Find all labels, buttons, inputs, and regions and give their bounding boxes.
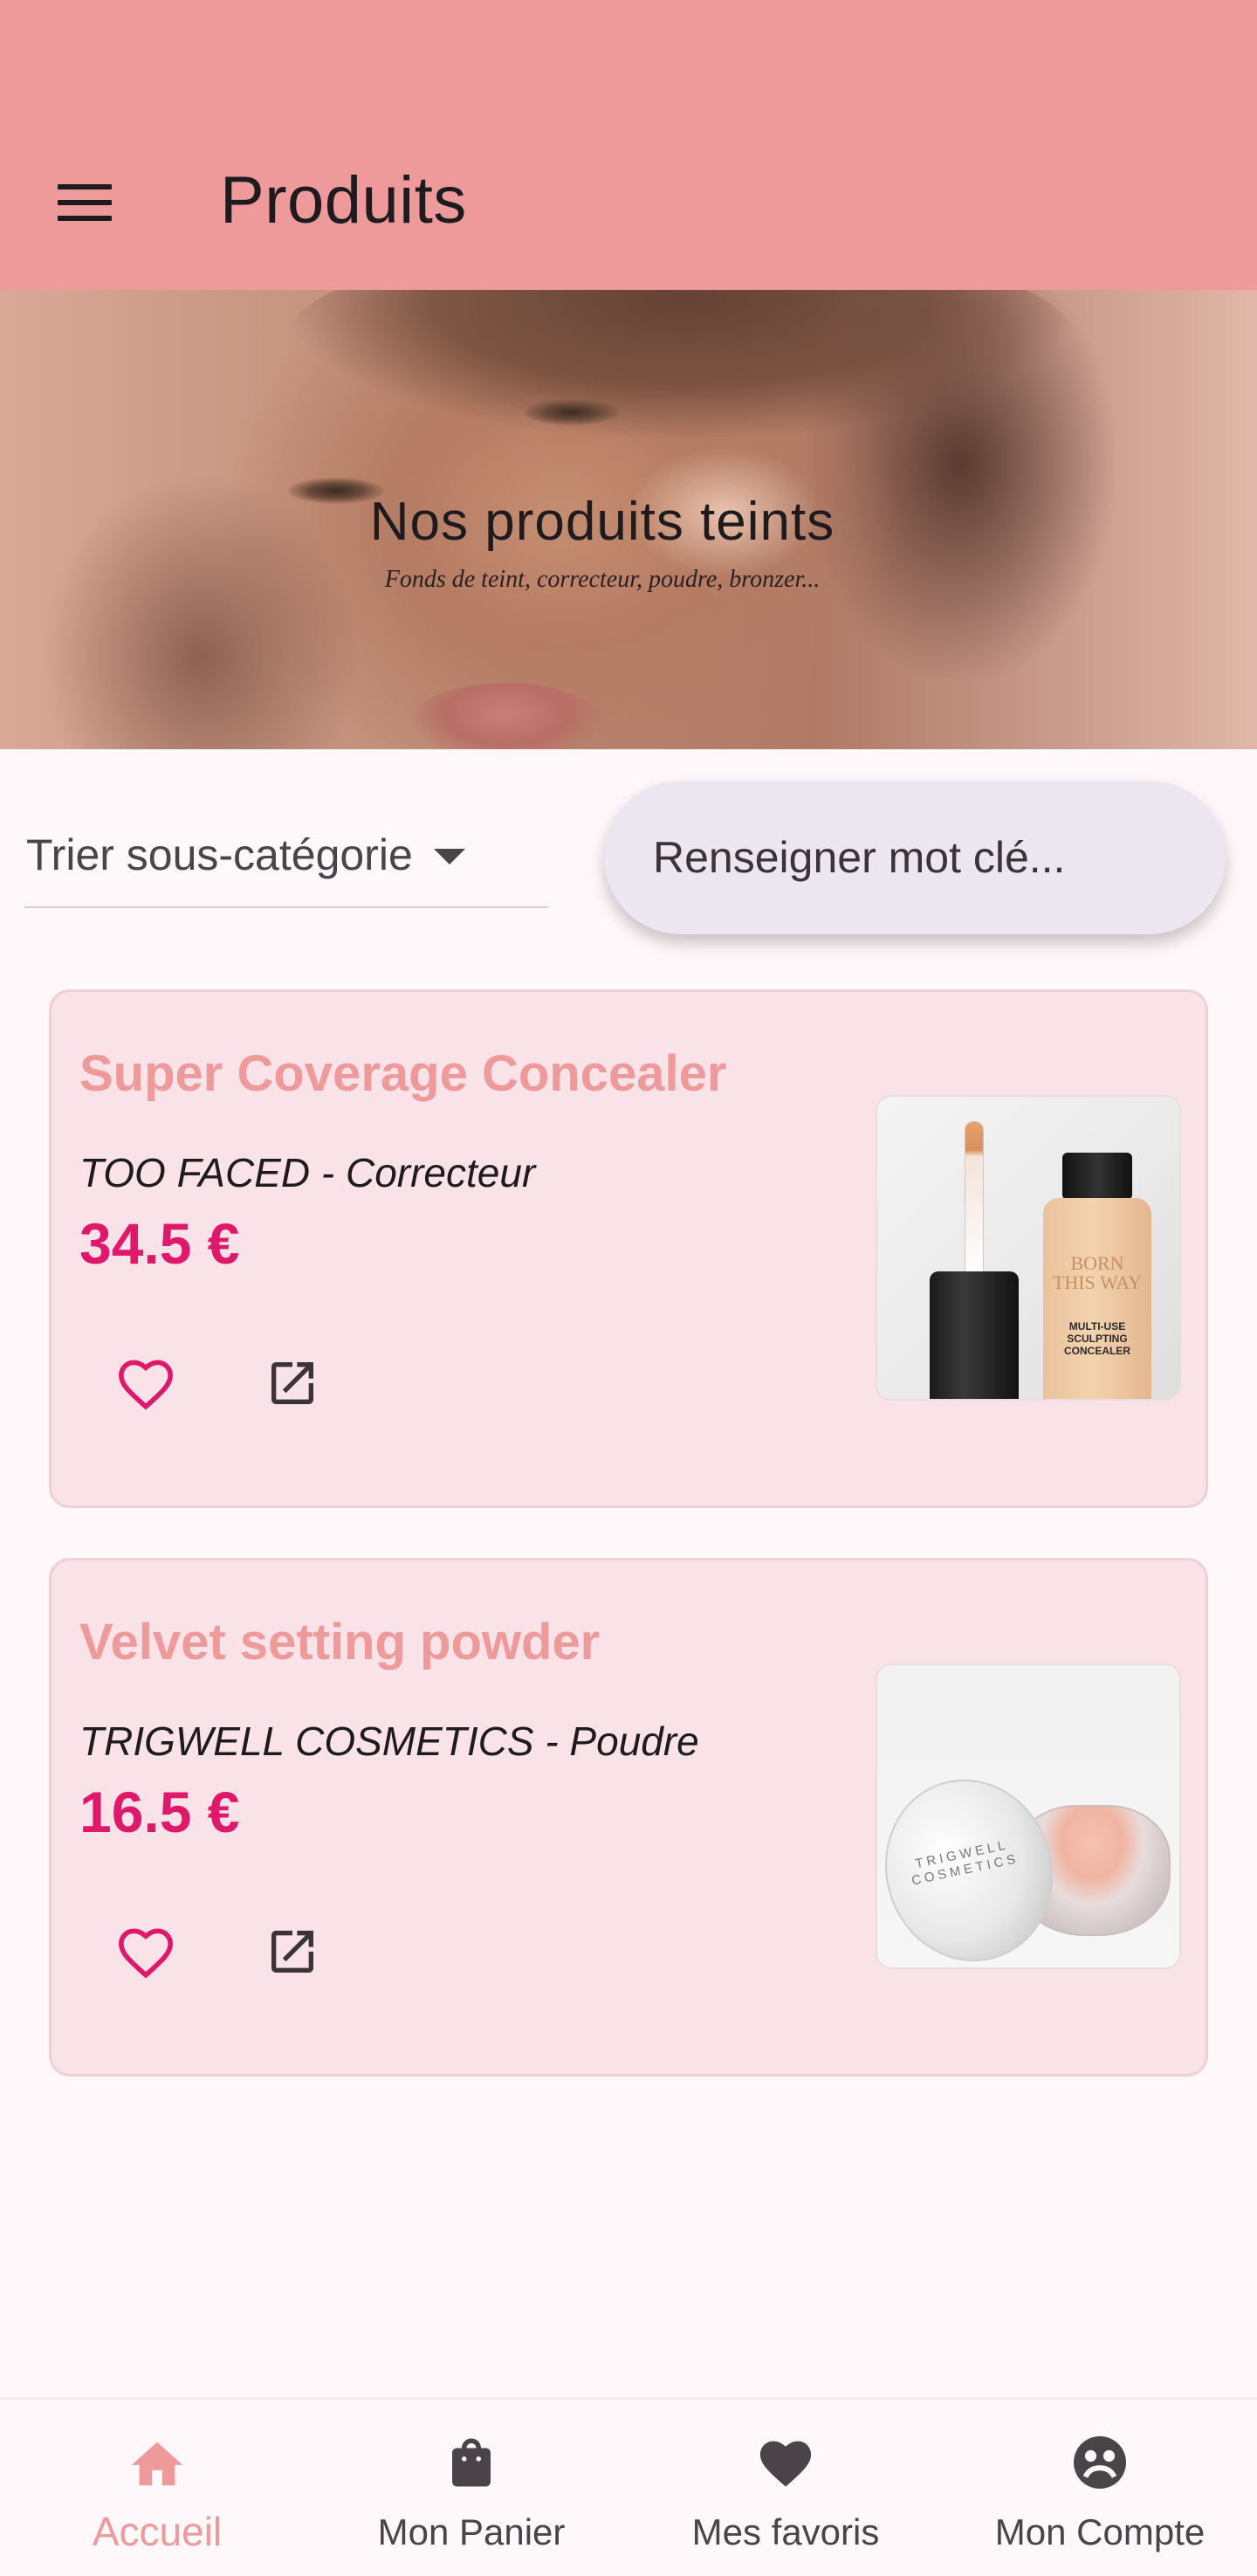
sort-subcategory-dropdown[interactable]: Trier sous-catégorie <box>24 803 548 908</box>
nav-label: Accueil <box>92 2509 223 2554</box>
banner-title: Nos produits teints <box>369 492 835 552</box>
open-external-icon[interactable] <box>251 1341 334 1425</box>
product-brand-category: TRIGWELL COSMETICS - Poudre <box>79 1718 699 1764</box>
product-price: 34.5 € <box>79 1211 240 1276</box>
concealer-label-bottom: MULTI-USE SCULPTING CONCEALER <box>1063 1320 1130 1357</box>
shopping-bag-icon <box>440 2431 503 2494</box>
keyword-search-field[interactable] <box>604 781 1226 934</box>
app-bar: Produits <box>0 0 1257 290</box>
product-image: TRIGWELL COSMETICS <box>876 1663 1181 1969</box>
concealer-wand <box>965 1121 984 1278</box>
dropdown-caret-icon <box>433 849 465 864</box>
home-icon <box>126 2431 189 2494</box>
nav-label: Mon Compte <box>994 2511 1205 2552</box>
category-banner: Nos produits teints Fonds de teint, corr… <box>0 290 1257 749</box>
banner-lips <box>410 683 602 749</box>
bottom-navigation: Accueil Mon Panier Mes favoris Mon Compt… <box>0 2398 1257 2576</box>
favorite-heart-icon[interactable] <box>104 1341 188 1425</box>
product-image: BORN THIS WAY MULTI-USE SCULPTING CONCEA… <box>876 1095 1181 1401</box>
open-external-icon[interactable] <box>251 1910 334 1994</box>
keyword-search-input[interactable] <box>653 832 1194 883</box>
app-root: Produits Nos produits teints Fonds de te… <box>0 0 1257 2576</box>
nav-item-favoris[interactable]: Mes favoris <box>628 2400 943 2576</box>
banner-hair <box>288 290 1074 438</box>
concealer-neck <box>1062 1153 1132 1200</box>
heart-icon <box>754 2431 817 2494</box>
account-circle-icon <box>1068 2431 1131 2494</box>
product-brand-category: TOO FACED - Correcteur <box>79 1150 536 1195</box>
nav-label: Mes favoris <box>691 2511 880 2552</box>
favorite-heart-icon[interactable] <box>104 1910 188 1994</box>
concealer-cap <box>930 1271 1019 1399</box>
nav-item-compte[interactable]: Mon Compte <box>943 2400 1257 2576</box>
concealer-bottle <box>1043 1198 1151 1399</box>
product-name: Velvet setting powder <box>79 1614 601 1670</box>
nav-item-accueil[interactable]: Accueil <box>0 2400 314 2576</box>
product-price: 16.5 € <box>79 1780 240 1844</box>
nav-label: Mon Panier <box>377 2511 566 2552</box>
menu-icon[interactable] <box>45 171 129 234</box>
product-card[interactable]: Velvet setting powder TRIGWELL COSMETICS… <box>49 1558 1208 2077</box>
sort-subcategory-label: Trier sous-catégorie <box>26 830 413 879</box>
banner-eye-right <box>524 399 620 425</box>
product-name: Super Coverage Concealer <box>79 1045 727 1102</box>
concealer-label-top: BORN THIS WAY <box>1052 1252 1143 1293</box>
product-card[interactable]: Super Coverage Concealer TOO FACED - Cor… <box>49 989 1208 1508</box>
nav-item-panier[interactable]: Mon Panier <box>314 2400 628 2576</box>
page-title: Produits <box>220 163 467 238</box>
banner-subtitle: Fonds de teint, correcteur, poudre, bron… <box>384 566 821 593</box>
